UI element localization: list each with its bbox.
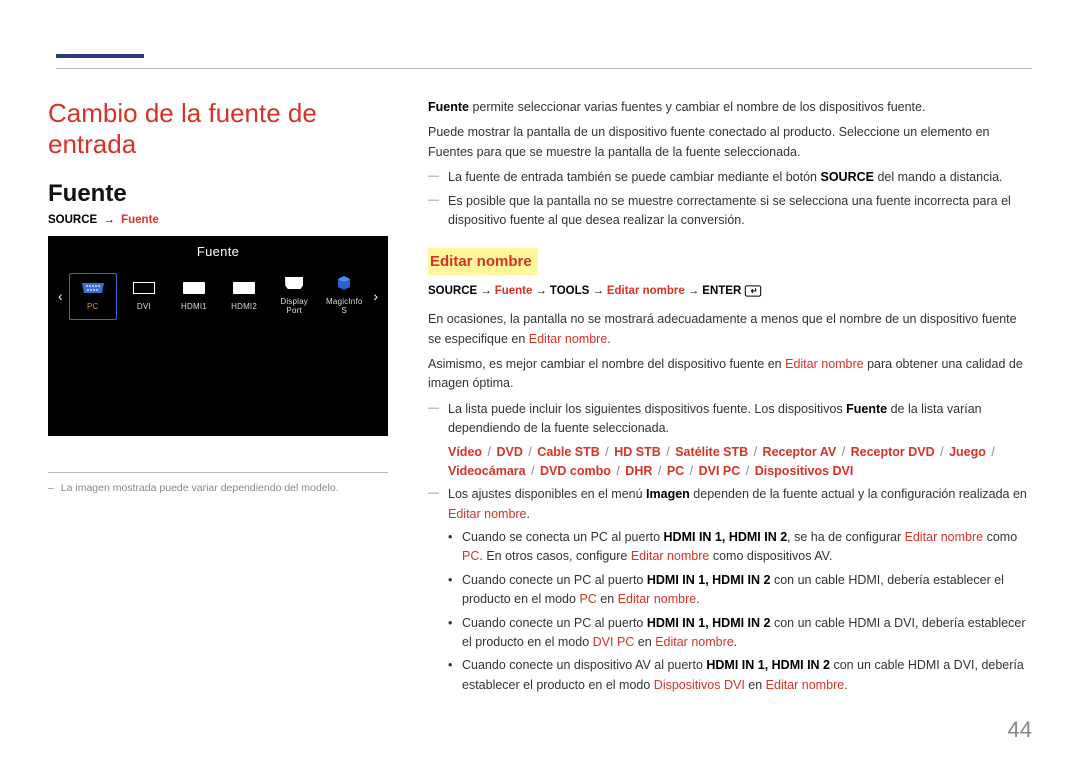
enter-icon [744,285,762,297]
source-item-label: HDMI2 [231,302,257,311]
hdmi-icon [180,280,208,296]
device-name: DVI PC [699,464,741,478]
intro-rest: permite seleccionar varias fuentes y cam… [469,100,925,114]
separator: / [686,464,696,478]
source-item-dvi[interactable]: DVI [121,274,167,319]
intro-accent: Fuente [428,100,469,114]
image-disclaimer-note: – La imagen mostrada puede variar depend… [48,481,388,496]
separator: / [988,445,995,459]
manual-page: Cambio de la fuente de entrada Fuente SO… [0,0,1080,763]
separator: / [613,464,623,478]
para-2: Puede mostrar la pantalla de un disposit… [428,123,1032,162]
bullet-item: Cuando conecte un PC al puerto HDMI IN 1… [448,571,1032,610]
separator: / [750,445,760,459]
source-item-label: DVI [137,302,151,311]
device-name: Satélite STB [675,445,748,459]
source-item-displayport[interactable]: Display Port [271,269,317,323]
device-name: DVD [496,445,522,459]
device-name: Dispositivos DVI [755,464,854,478]
section-title: Cambio de la fuente de entrada [48,98,388,160]
cube-icon [330,275,358,291]
source-item-magicinfo[interactable]: MagicInfo S [321,269,367,323]
dash-item: La fuente de entrada también se puede ca… [428,168,1032,187]
separator: / [937,445,947,459]
breadcrumb-step-source: SOURCE [48,214,97,226]
dash-list-1: La fuente de entrada también se puede ca… [428,168,1032,230]
device-name: Videocámara [448,464,526,478]
source-item-label: Display Port [275,297,313,315]
separator: / [742,464,752,478]
bullet-item: Cuando se conecta un PC al puerto HDMI I… [448,528,1032,567]
device-name: HD STB [614,445,661,459]
separator: / [602,445,612,459]
editar-nombre-title: Editar nombre [428,248,538,274]
intro-paragraph: Fuente permite seleccionar varias fuente… [428,98,1032,117]
top-rule [56,68,1032,69]
breadcrumb-source: SOURCE → Fuente [48,214,388,226]
separator: / [528,464,538,478]
source-ui-title: Fuente [48,236,388,269]
left-rule [48,472,388,473]
device-name: PC [667,464,684,478]
page-number: 44 [1008,717,1032,743]
separator: / [484,445,494,459]
device-name: Receptor DVD [851,445,935,459]
bullet-list: Cuando se conecta un PC al puerto HDMI I… [448,528,1032,695]
left-column: Cambio de la fuente de entrada Fuente SO… [48,98,388,699]
breadcrumb-step-fuente: Fuente [121,214,159,226]
displayport-icon [280,275,308,291]
para-3: En ocasiones, la pantalla no se mostrará… [428,310,1032,349]
device-name: DVD combo [540,464,611,478]
source-items-row: ‹ PC DVI HDMI1 [48,269,388,323]
source-item-hdmi1[interactable]: HDMI1 [171,274,217,319]
arrow-icon: → [535,285,547,297]
arrow-icon: → [103,214,115,226]
separator: / [663,445,673,459]
chevron-right-icon[interactable]: › [369,288,382,304]
vga-icon [79,280,107,296]
bullet-item: Cuando conecte un PC al puerto HDMI IN 1… [448,614,1032,653]
dash-item: La lista puede incluir los siguientes di… [428,400,1032,482]
bullet-item: Cuando conecte un dispositivo AV al puer… [448,656,1032,695]
device-name: Receptor AV [763,445,837,459]
source-item-label: MagicInfo S [325,297,363,315]
separator: / [838,445,848,459]
device-name: Cable STB [537,445,600,459]
note-text: La imagen mostrada puede variar dependie… [61,482,339,494]
para-4: Asimismo, es mejor cambiar el nombre del… [428,355,1032,394]
right-column: Fuente permite seleccionar varias fuente… [428,98,1032,699]
device-name: DHR [625,464,652,478]
source-item-label: PC [87,302,99,311]
note-dash: – [48,482,57,494]
arrow-icon: → [480,285,492,297]
dvi-icon [130,280,158,296]
dash-item: Es posible que la pantalla no se muestre… [428,192,1032,231]
source-item-label: HDMI1 [181,302,207,311]
arrow-icon: → [688,285,700,297]
fuente-subtitle: Fuente [48,180,388,208]
dash-list-2: La lista puede incluir los siguientes di… [428,400,1032,695]
breadcrumb-editar: SOURCE→Fuente→TOOLS→Editar nombre→ENTER [428,283,1032,301]
source-item-pc[interactable]: PC [69,273,117,320]
source-item-hdmi2[interactable]: HDMI2 [221,274,267,319]
dash-item: Los ajustes disponibles en el menú Image… [428,485,1032,695]
hdmi-icon [230,280,258,296]
section-accent-bar [56,54,144,58]
source-selector-ui: Fuente ‹ PC DVI HDMI1 [48,236,388,436]
device-name: Juego [949,445,986,459]
device-list: Vídeo / DVD / Cable STB / HD STB / Satél… [448,443,1032,482]
separator: / [654,464,664,478]
arrow-icon: → [592,285,604,297]
content-columns: Cambio de la fuente de entrada Fuente SO… [48,98,1032,699]
chevron-left-icon[interactable]: ‹ [54,288,67,304]
separator: / [525,445,535,459]
device-name: Vídeo [448,445,482,459]
